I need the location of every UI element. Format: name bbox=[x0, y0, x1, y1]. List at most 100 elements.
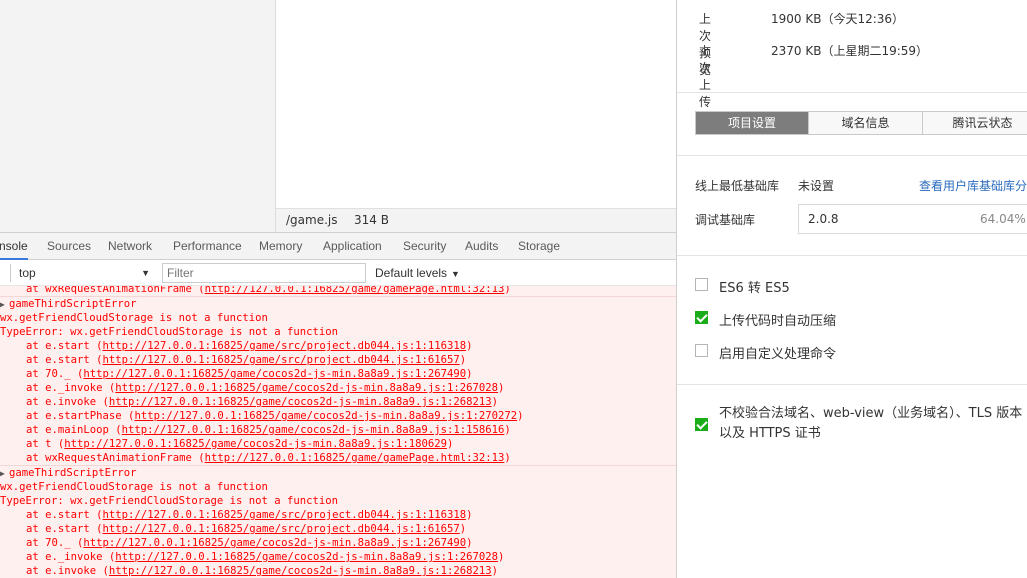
project-details-panel: 上次预览 1900 KB（今天12:36） 上次上传 2370 KB（上星期二1… bbox=[676, 0, 1027, 578]
stack-frame: at 70._ (http://127.0.0.1:16825/game/coc… bbox=[26, 368, 473, 380]
tab-audits[interactable]: Audits bbox=[465, 233, 498, 260]
error-message: wx.getFriendCloudStorage is not a functi… bbox=[0, 481, 268, 493]
console-output: at wxRequestAnimationFrame (http://127.0… bbox=[0, 286, 676, 578]
devtools-tab-bar: nsole Sources Network Performance Memory… bbox=[0, 232, 676, 260]
error-type-line: TypeError: wx.getFriendCloudStorage is n… bbox=[0, 495, 339, 507]
source-link[interactable]: http://127.0.0.1:16825/game/cocos2d-js-m… bbox=[109, 565, 492, 577]
tab-tencent-cloud-status[interactable]: 腾讯云状态 bbox=[923, 112, 1027, 134]
stack-frame: at wxRequestAnimationFrame (http://127.0… bbox=[0, 286, 676, 296]
source-link[interactable]: http://127.0.0.1:16825/game/cocos2d-js-m… bbox=[83, 368, 466, 380]
error-header[interactable]: ▶ gameThirdScriptError bbox=[0, 297, 676, 311]
stack-frame-function: at 70._ ( bbox=[26, 537, 84, 549]
console-toolbar: top ▼ Default levels▼ bbox=[0, 260, 676, 286]
source-link[interactable]: http://127.0.0.1:16825/game/cocos2d-js-m… bbox=[115, 382, 498, 394]
stack-frame: at e._invoke (http://127.0.0.1:16825/gam… bbox=[26, 551, 505, 563]
last-upload-label: 上次上传 bbox=[699, 44, 712, 109]
tab-console[interactable]: nsole bbox=[0, 233, 28, 260]
stack-frame: at e.invoke (http://127.0.0.1:16825/game… bbox=[26, 565, 498, 577]
tab-storage[interactable]: Storage bbox=[518, 233, 560, 260]
tab-security[interactable]: Security bbox=[403, 233, 446, 260]
tab-memory[interactable]: Memory bbox=[259, 233, 302, 260]
source-link[interactable]: http://127.0.0.1:16825/game/src/project.… bbox=[103, 523, 460, 535]
stack-frame: at e.start (http://127.0.0.1:16825/game/… bbox=[26, 354, 467, 366]
stack-frame: at e.mainLoop (http://127.0.0.1:16825/ga… bbox=[26, 424, 511, 436]
file-tree-panel bbox=[0, 0, 275, 232]
source-link[interactable]: http://127.0.0.1:16825/game/cocos2d-js-m… bbox=[64, 438, 447, 450]
editor-preview-area bbox=[275, 0, 676, 208]
stack-frame-function: at wxRequestAnimationFrame ( bbox=[26, 452, 205, 464]
error-header[interactable]: ▶ gameThirdScriptError bbox=[0, 466, 676, 480]
stack-frame-function: at t ( bbox=[26, 438, 65, 450]
tab-project-settings[interactable]: 项目设置 bbox=[696, 112, 809, 134]
filter-input[interactable] bbox=[162, 263, 366, 283]
stack-frame-function: at e.start ( bbox=[26, 523, 103, 535]
context-selector[interactable]: top ▼ bbox=[10, 264, 153, 282]
stack-frame-function: at e._invoke ( bbox=[26, 382, 116, 394]
stack-frame: at 70._ (http://127.0.0.1:16825/game/coc… bbox=[26, 537, 473, 549]
debug-lib-percent: 64.04% bbox=[980, 212, 1026, 226]
stack-frame: at e.start (http://127.0.0.1:16825/game/… bbox=[26, 523, 467, 535]
console-error-message: ▶ gameThirdScriptError wx.getFriendCloudSt… bbox=[0, 465, 676, 578]
source-link[interactable]: http://127.0.0.1:16825/game/src/project.… bbox=[103, 354, 460, 366]
error-title: gameThirdScriptError bbox=[9, 467, 137, 479]
source-link[interactable]: http://127.0.0.1:16825/game/cocos2d-js-m… bbox=[122, 424, 505, 436]
tab-sources[interactable]: Sources bbox=[47, 233, 91, 260]
checkbox[interactable] bbox=[695, 311, 708, 324]
stack-frame-function: at e.startPhase ( bbox=[26, 410, 135, 422]
log-levels-dropdown[interactable]: Default levels ▼ bbox=[375, 264, 460, 283]
stack-frame: at wxRequestAnimationFrame (http://127.0… bbox=[26, 452, 511, 464]
tab-performance[interactable]: Performance bbox=[173, 233, 242, 260]
stack-frame-function: at e.start ( bbox=[26, 354, 103, 366]
source-link[interactable]: http://127.0.0.1:16825/game/cocos2d-js-m… bbox=[109, 396, 492, 408]
option-label: 启用自定义处理命令 bbox=[719, 347, 837, 362]
simulator-devtools-pane: /game.js 314 B nsole Sources Network Per… bbox=[0, 0, 676, 578]
context-selector-value: top bbox=[19, 266, 36, 280]
stack-frame-function: at e._invoke ( bbox=[26, 551, 116, 563]
option-label: 不校验合法域名、web-view（业务域名）、TLS 版本以及 HTTPS 证书 bbox=[719, 406, 1023, 441]
console-message-partial: at wxRequestAnimationFrame (http://127.0… bbox=[0, 286, 676, 296]
checkbox[interactable] bbox=[695, 418, 708, 431]
debug-lib-select[interactable]: 2.0.8 64.04% bbox=[798, 204, 1027, 234]
min-lib-value: 未设置 bbox=[798, 179, 835, 193]
stack-frame: at e.start (http://127.0.0.1:16825/game/… bbox=[26, 340, 473, 352]
error-list: ▶ gameThirdScriptError wx.getFriendCloudSt… bbox=[0, 296, 676, 578]
source-link[interactable]: http://127.0.0.1:16825/game/gamePage.htm… bbox=[205, 286, 505, 295]
file-name: /game.js bbox=[286, 213, 338, 227]
stack-frame-function: at e.start ( bbox=[26, 340, 103, 352]
checkbox[interactable] bbox=[695, 278, 708, 291]
divider bbox=[677, 384, 1027, 385]
debug-lib-version: 2.0.8 bbox=[808, 212, 839, 226]
source-link[interactable]: http://127.0.0.1:16825/game/cocos2d-js-m… bbox=[83, 537, 466, 549]
source-link[interactable]: http://127.0.0.1:16825/game/src/project.… bbox=[103, 509, 467, 521]
lib-distribution-link[interactable]: 查看用户库基础库分布 bbox=[919, 177, 1027, 194]
stack-frame-function: at e.start ( bbox=[26, 509, 103, 521]
expand-triangle-icon[interactable]: ▶ bbox=[0, 467, 9, 480]
tab-application[interactable]: Application bbox=[323, 233, 382, 260]
expand-triangle-icon[interactable]: ▶ bbox=[0, 298, 9, 311]
dropdown-arrow-icon: ▼ bbox=[451, 269, 460, 279]
stack-frame: at t (http://127.0.0.1:16825/game/cocos2… bbox=[26, 438, 454, 450]
divider bbox=[677, 155, 1027, 156]
source-link[interactable]: http://127.0.0.1:16825/game/src/project.… bbox=[103, 340, 467, 352]
error-message: wx.getFriendCloudStorage is not a functi… bbox=[0, 312, 268, 324]
option-label: 上传代码时自动压缩 bbox=[719, 314, 837, 329]
stack-frame: at e.invoke (http://127.0.0.1:16825/game… bbox=[26, 396, 498, 408]
divider bbox=[677, 255, 1027, 256]
stack-frame: at e.start (http://127.0.0.1:16825/game/… bbox=[26, 509, 473, 521]
settings-tab-group: 项目设置 域名信息 腾讯云状态 bbox=[695, 111, 1027, 135]
stack-frame-function: at e.mainLoop ( bbox=[26, 424, 122, 436]
source-link[interactable]: http://127.0.0.1:16825/game/cocos2d-js-m… bbox=[134, 410, 517, 422]
dropdown-arrow-icon: ▼ bbox=[141, 268, 150, 278]
console-error-message: ▶ gameThirdScriptError wx.getFriendCloudSt… bbox=[0, 296, 676, 465]
error-type-line: TypeError: wx.getFriendCloudStorage is n… bbox=[0, 326, 339, 338]
last-upload-value: 2370 KB（上星期二19:59） bbox=[771, 44, 929, 58]
stack-frame: at e._invoke (http://127.0.0.1:16825/gam… bbox=[26, 382, 505, 394]
source-link[interactable]: http://127.0.0.1:16825/game/cocos2d-js-m… bbox=[115, 551, 498, 563]
option-label: ES6 转 ES5 bbox=[719, 281, 790, 296]
tab-domain-info[interactable]: 域名信息 bbox=[809, 112, 923, 134]
checkbox[interactable] bbox=[695, 344, 708, 357]
stack-frame: at e.startPhase (http://127.0.0.1:16825/… bbox=[26, 410, 524, 422]
source-link[interactable]: http://127.0.0.1:16825/game/gamePage.htm… bbox=[205, 452, 505, 464]
tab-network[interactable]: Network bbox=[108, 233, 152, 260]
log-levels-label: Default levels bbox=[375, 266, 448, 280]
